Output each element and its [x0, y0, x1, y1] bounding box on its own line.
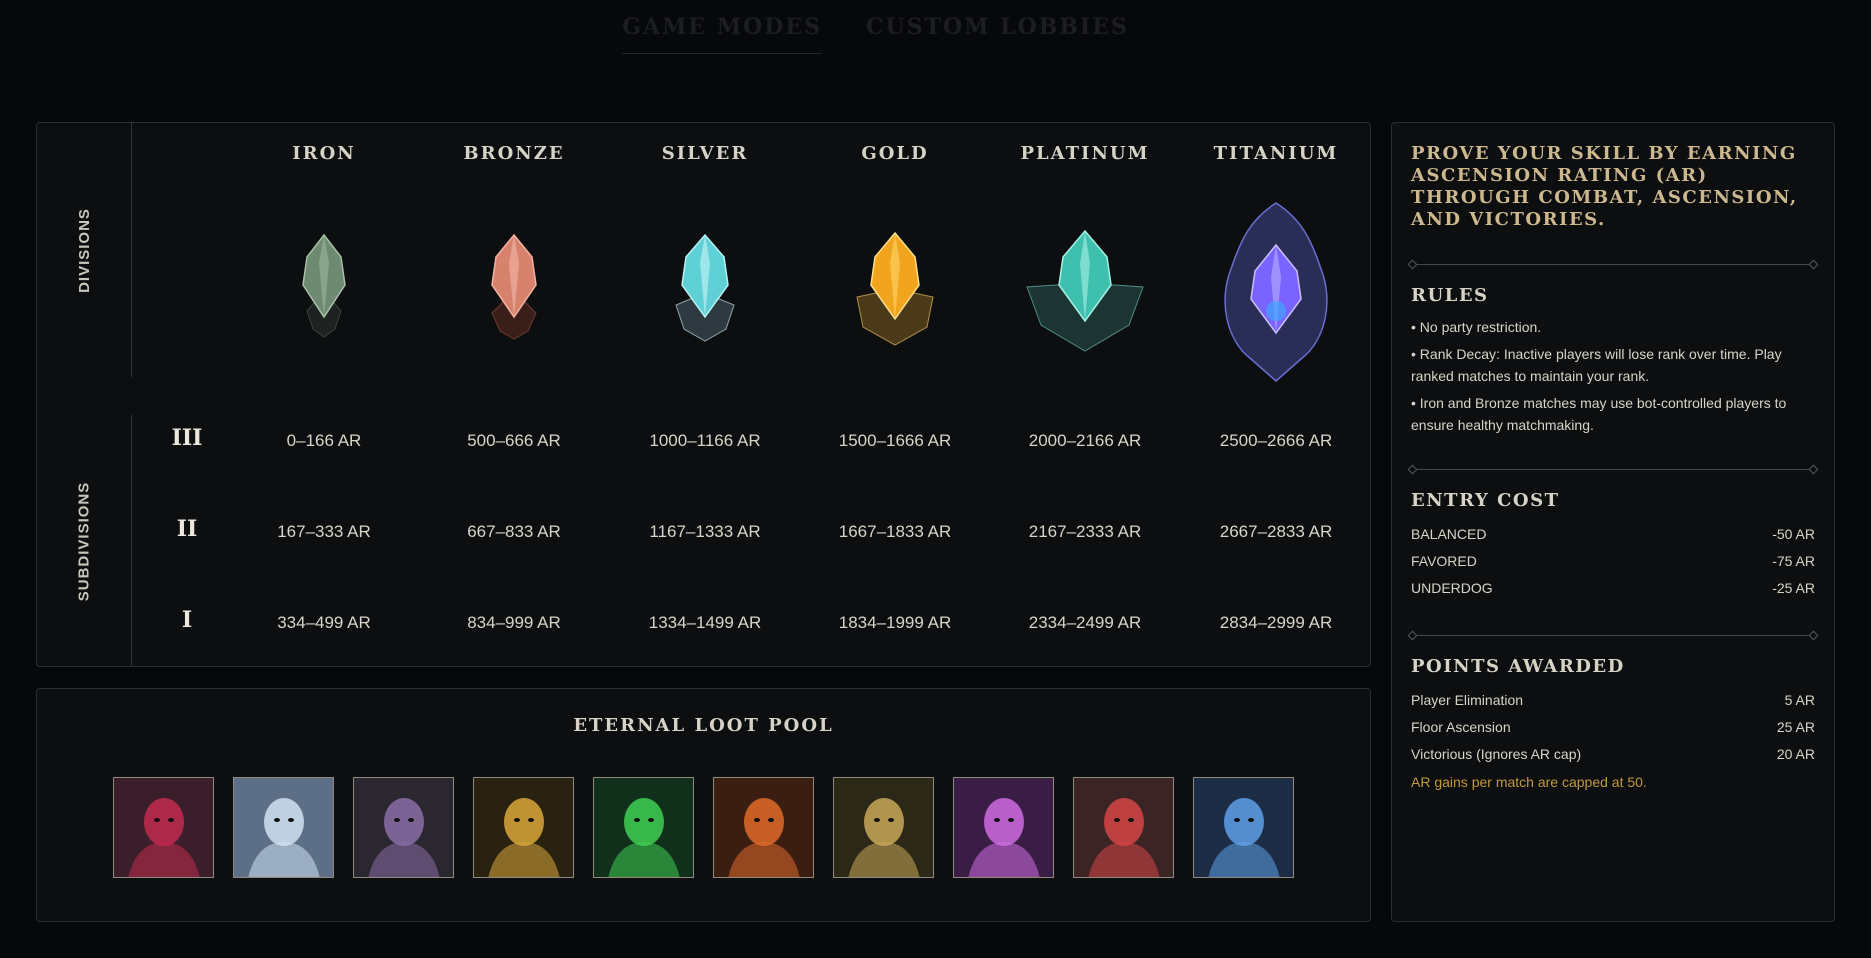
- bronze-crest-icon: [419, 233, 609, 343]
- divisions-label: DIVISIONS: [75, 207, 93, 293]
- ar-cap-note: AR gains per match are capped at 50.: [1411, 774, 1647, 790]
- entry-cost-value: -50 AR: [1772, 526, 1815, 542]
- rose-witch-portrait-icon[interactable]: [113, 777, 214, 878]
- subdivisions-divider: [131, 415, 132, 667]
- entry-cost-title: ENTRY COST: [1411, 490, 1560, 511]
- points-label: Victorious (Ignores AR cap): [1411, 746, 1582, 762]
- points-value: 5 AR: [1784, 692, 1815, 708]
- ar-range-cell: 2500–2666 AR: [1219, 431, 1333, 450]
- ar-range-cell: 1667–1833 AR: [838, 522, 952, 541]
- ar-range-cell: 1000–1166 AR: [649, 431, 761, 450]
- entry-cost-label: FAVORED: [1411, 553, 1477, 569]
- ar-range-cell: 2000–2166 AR: [1028, 431, 1142, 450]
- ar-range-cell: 334–499 AR: [277, 613, 371, 632]
- entry-cost-value: -75 AR: [1772, 553, 1815, 569]
- ar-range-cell: 834–999 AR: [467, 613, 561, 632]
- ar-range-cell: 2167–2333 AR: [1028, 522, 1142, 541]
- titanium-crest-icon: [1181, 199, 1371, 385]
- divisions-divider: [131, 123, 132, 377]
- entry-cost-label: UNDERDOG: [1411, 580, 1493, 596]
- tab-custom-lobbies[interactable]: CUSTOM LOBBIES: [866, 14, 1129, 54]
- points-label: Player Elimination: [1411, 692, 1524, 708]
- section-divider: [1407, 630, 1819, 642]
- section-divider: [1407, 259, 1819, 271]
- points-row: Floor Ascension 25 AR: [1411, 714, 1815, 741]
- rule-item: • No party restriction.: [1411, 319, 1542, 335]
- golden-knight-portrait-icon[interactable]: [473, 777, 574, 878]
- points-value: 20 AR: [1776, 746, 1815, 762]
- ar-range-cell: 1167–1333 AR: [649, 522, 761, 541]
- entry-cost-row: FAVORED -75 AR: [1411, 548, 1815, 575]
- dark-rogue-portrait-icon[interactable]: [353, 777, 454, 878]
- mode-tabs: GAME MODES CUSTOM LOBBIES: [0, 14, 1871, 54]
- entry-cost-row: BALANCED -50 AR: [1411, 521, 1815, 548]
- ar-range-cell: 167–333 AR: [277, 522, 371, 541]
- blue-sentinel-portrait-icon[interactable]: [1193, 777, 1294, 878]
- rules-title: RULES: [1411, 285, 1489, 306]
- loot-pool-title: ETERNAL LOOT POOL: [573, 715, 834, 736]
- section-divider: [1407, 464, 1819, 476]
- green-hood-portrait-icon[interactable]: [593, 777, 694, 878]
- ar-range-cell: 2334–2499 AR: [1028, 613, 1142, 632]
- ar-range-cell: 0–166 AR: [286, 431, 362, 450]
- ar-range-cell: 1334–1499 AR: [648, 613, 762, 632]
- gold-crest-icon: [800, 231, 990, 349]
- ranked-intro-text: PROVE YOUR SKILL BY EARNING ASCENSION RA…: [1411, 143, 1798, 230]
- rank-table-panel: DIVISIONS SUBDIVISIONS IRON BRONZE SILVE…: [36, 122, 1371, 667]
- frost-maiden-portrait-icon[interactable]: [233, 777, 334, 878]
- points-row: Player Elimination 5 AR: [1411, 687, 1815, 714]
- ar-range-cell: 1500–1666 AR: [838, 431, 952, 450]
- tier-name-platinum: PLATINUM: [1020, 143, 1150, 164]
- points-value: 25 AR: [1776, 719, 1815, 735]
- points-awarded-title: POINTS AWARDED: [1411, 656, 1625, 677]
- rule-item: • Iron and Bronze matches may use bot-co…: [1411, 395, 1787, 433]
- entry-cost-value: -25 AR: [1772, 580, 1815, 596]
- crimson-blade-portrait-icon[interactable]: [1073, 777, 1174, 878]
- ar-range-cell: 500–666 AR: [467, 431, 561, 450]
- arcane-warlock-portrait-icon[interactable]: [953, 777, 1054, 878]
- tier-name-bronze: BRONZE: [463, 143, 565, 164]
- points-label: Floor Ascension: [1411, 719, 1511, 735]
- subdivision-numeral-iii: III: [171, 425, 203, 451]
- ar-range-cell: 1834–1999 AR: [838, 613, 952, 632]
- tier-name-silver: SILVER: [661, 143, 749, 164]
- rule-item: • Rank Decay: Inactive players will lose…: [1411, 346, 1782, 384]
- entry-cost-row: UNDERDOG -25 AR: [1411, 575, 1815, 602]
- gilded-skeleton-portrait-icon[interactable]: [833, 777, 934, 878]
- loot-pool-items: [113, 777, 1294, 878]
- points-row: Victorious (Ignores AR cap) 20 AR: [1411, 741, 1815, 768]
- tier-name-gold: GOLD: [861, 143, 929, 164]
- entry-cost-label: BALANCED: [1411, 526, 1487, 542]
- platinum-crest-icon: [990, 229, 1180, 355]
- loot-pool-panel: ETERNAL LOOT POOL: [36, 688, 1371, 922]
- lava-demon-portrait-icon[interactable]: [713, 777, 814, 878]
- silver-crest-icon: [610, 233, 800, 343]
- ar-range-cell: 2667–2833 AR: [1219, 522, 1333, 541]
- ranked-info-panel: PROVE YOUR SKILL BY EARNING ASCENSION RA…: [1391, 122, 1835, 922]
- ar-range-cell: 667–833 AR: [467, 522, 561, 541]
- iron-crest-icon: [229, 233, 419, 343]
- tab-game-modes[interactable]: GAME MODES: [622, 14, 822, 54]
- subdivision-numeral-i: I: [181, 607, 193, 633]
- subdivision-numeral-ii: II: [176, 516, 198, 542]
- tier-name-titanium: TITANIUM: [1213, 143, 1339, 164]
- tier-name-iron: IRON: [292, 143, 356, 164]
- ar-range-cell: 2834–2999 AR: [1219, 613, 1333, 632]
- subdivisions-label: SUBDIVISIONS: [75, 481, 93, 601]
